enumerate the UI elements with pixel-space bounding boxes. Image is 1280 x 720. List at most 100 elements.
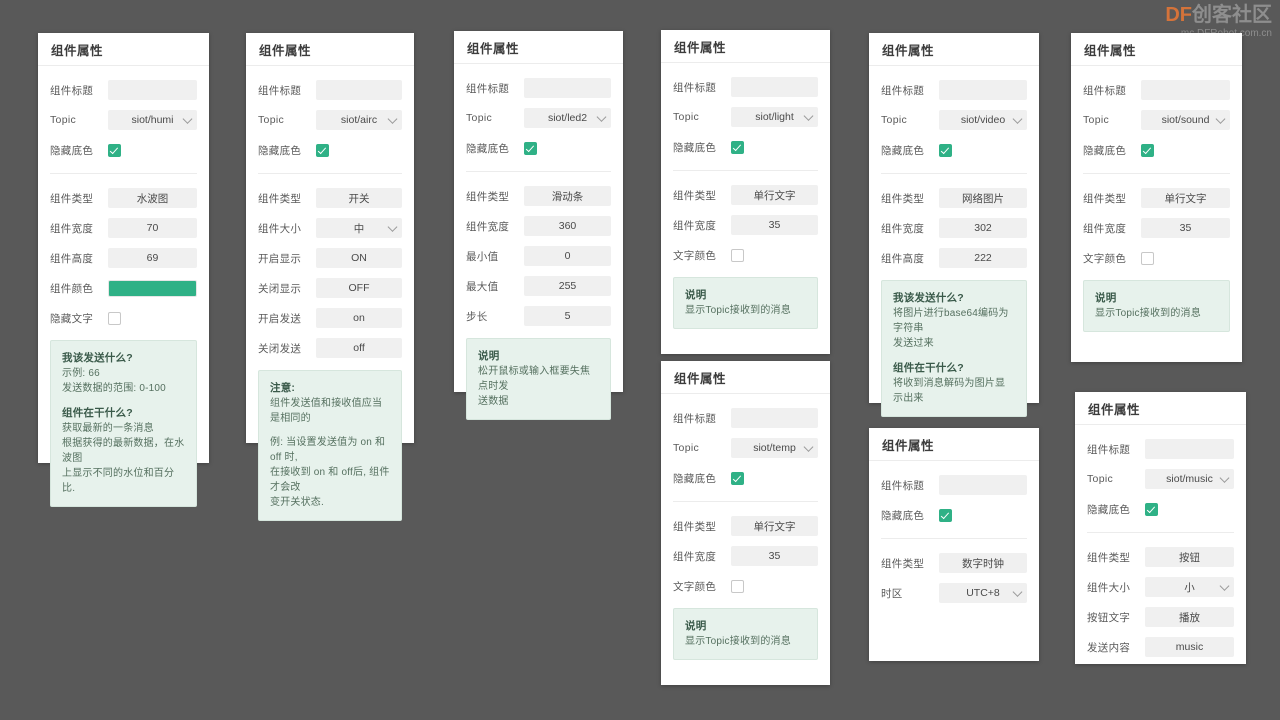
page-title: 组件属性 <box>51 43 104 58</box>
row-component-width: 组件宽度 302 <box>881 214 1027 242</box>
hide-background-checkbox[interactable] <box>524 141 537 155</box>
hide-text-checkbox[interactable] <box>108 311 121 325</box>
component-width-value[interactable]: 35 <box>731 546 818 566</box>
topic-select[interactable]: siot/humi <box>108 110 197 130</box>
component-type-value[interactable]: 单行文字 <box>731 185 818 205</box>
topic-select[interactable]: siot/sound <box>1141 110 1230 130</box>
hide-background-checkbox[interactable] <box>731 471 744 485</box>
row-topic: Topic siot/airc <box>258 106 402 134</box>
panel-video-image[interactable]: 组件属性 组件标题 Topic siot/video 隐藏底色 组件类型 网络图… <box>869 33 1039 417</box>
panel-sound-text[interactable]: 组件属性 组件标题 Topic siot/sound 隐藏底色 组件类型 单行文… <box>1071 33 1242 362</box>
label-component-title: 组件标题 <box>673 412 717 425</box>
topic-select[interactable]: siot/airc <box>316 110 402 130</box>
on-display-value[interactable]: ON <box>316 248 402 268</box>
component-size-select[interactable]: 小 <box>1145 577 1234 597</box>
label-hide-background: 隐藏底色 <box>1087 503 1131 516</box>
label-component-title: 组件标题 <box>1087 443 1131 456</box>
component-height-value[interactable]: 69 <box>108 248 197 268</box>
component-type-value[interactable]: 单行文字 <box>731 516 818 536</box>
component-title-input[interactable] <box>1141 80 1230 100</box>
panel-temp-text[interactable]: 组件属性 组件标题 Topic siot/temp 隐藏底色 组件类型 单行文字… <box>661 361 830 685</box>
component-title-input[interactable] <box>316 80 402 100</box>
component-width-value[interactable]: 302 <box>939 218 1027 238</box>
panel-humi-wave[interactable]: 组件属性 组件标题 Topic siot/humi 隐藏底色 组件类型 水波图 … <box>38 33 209 507</box>
component-width-value[interactable]: 360 <box>524 216 611 236</box>
topic-select[interactable]: siot/light <box>731 107 818 127</box>
component-title-input[interactable] <box>108 80 197 100</box>
label-component-height: 组件高度 <box>881 252 925 265</box>
panel-light-text[interactable]: 组件属性 组件标题 Topic siot/light 隐藏底色 组件类型 单行文… <box>661 30 830 354</box>
component-width-value[interactable]: 70 <box>108 218 197 238</box>
component-type-value[interactable]: 数字时钟 <box>939 553 1027 573</box>
component-type-value[interactable]: 单行文字 <box>1141 188 1230 208</box>
send-content-value[interactable]: music <box>1145 637 1234 657</box>
min-value[interactable]: 0 <box>524 246 611 266</box>
label-timezone: 时区 <box>881 587 903 600</box>
component-size-select[interactable]: 中 <box>316 218 402 238</box>
info-heading: 说明 <box>1095 292 1117 304</box>
component-width-value[interactable]: 35 <box>731 215 818 235</box>
hide-background-checkbox[interactable] <box>1141 143 1154 157</box>
row-component-type: 组件类型 水波图 <box>50 184 197 212</box>
component-title-input[interactable] <box>1145 439 1234 459</box>
timezone-select[interactable]: UTC+8 <box>939 583 1027 603</box>
component-type-value[interactable]: 网络图片 <box>939 188 1027 208</box>
topic-select[interactable]: siot/music <box>1145 469 1234 489</box>
panel-header: 组件属性 <box>661 361 830 394</box>
label-component-title: 组件标题 <box>50 84 94 97</box>
text-color-checkbox[interactable] <box>731 248 744 262</box>
panel-airc-switch[interactable]: 组件属性 组件标题 Topic siot/airc 隐藏底色 组件类型 开关 组… <box>246 33 414 521</box>
component-title-input[interactable] <box>939 475 1027 495</box>
row-component-type: 组件类型 单行文字 <box>1083 184 1230 212</box>
component-color-swatch[interactable] <box>108 279 197 297</box>
row-topic: Topic siot/sound <box>1083 106 1230 134</box>
panel-clock[interactable]: 组件属性 组件标题 隐藏底色 组件类型 数字时钟 时区 UTC+8 <box>869 428 1039 661</box>
row-component-title: 组件标题 <box>673 73 818 101</box>
component-type-value[interactable]: 滑动条 <box>524 186 611 206</box>
label-component-width: 组件宽度 <box>50 222 94 235</box>
hide-background-checkbox[interactable] <box>939 508 952 522</box>
info-heading: 说明 <box>685 620 707 632</box>
row-component-title: 组件标题 <box>50 76 197 104</box>
row-hide-background: 隐藏底色 <box>1087 495 1234 523</box>
info-box: 说明 松开鼠标或输入框要失焦点时发 送数据 <box>466 338 611 420</box>
text-color-checkbox[interactable] <box>1141 251 1154 265</box>
label-component-type: 组件类型 <box>881 557 925 570</box>
hide-background-checkbox[interactable] <box>731 140 744 154</box>
component-title-input[interactable] <box>731 77 818 97</box>
topic-select[interactable]: siot/video <box>939 110 1027 130</box>
component-type-value[interactable]: 水波图 <box>108 188 197 208</box>
off-send-value[interactable]: off <box>316 338 402 358</box>
max-value[interactable]: 255 <box>524 276 611 296</box>
button-text-value[interactable]: 播放 <box>1145 607 1234 627</box>
watermark-brand: DF创客社区 <box>1165 4 1272 26</box>
component-title-input[interactable] <box>939 80 1027 100</box>
section-divider <box>258 173 402 174</box>
component-type-value[interactable]: 开关 <box>316 188 402 208</box>
topic-select[interactable]: siot/led2 <box>524 108 611 128</box>
info-line: 显示Topic接收到的消息 <box>685 636 791 647</box>
hide-background-checkbox[interactable] <box>108 143 121 157</box>
hide-background-checkbox[interactable] <box>316 143 329 157</box>
panel-led2-slider[interactable]: 组件属性 组件标题 Topic siot/led2 隐藏底色 组件类型 滑动条 … <box>454 31 623 420</box>
section-divider <box>466 171 611 172</box>
on-send-value[interactable]: on <box>316 308 402 328</box>
step-value[interactable]: 5 <box>524 306 611 326</box>
component-title-input[interactable] <box>731 408 818 428</box>
component-type-value[interactable]: 按钮 <box>1145 547 1234 567</box>
off-display-value[interactable]: OFF <box>316 278 402 298</box>
label-hide-background: 隐藏底色 <box>258 144 302 157</box>
component-height-value[interactable]: 222 <box>939 248 1027 268</box>
label-component-type: 组件类型 <box>466 190 510 203</box>
row-on-display: 开启显示 ON <box>258 244 402 272</box>
hide-background-checkbox[interactable] <box>1145 502 1158 516</box>
topic-select[interactable]: siot/temp <box>731 438 818 458</box>
text-color-checkbox[interactable] <box>731 579 744 593</box>
row-component-type: 组件类型 单行文字 <box>673 181 818 209</box>
component-title-input[interactable] <box>524 78 611 98</box>
hide-background-checkbox[interactable] <box>939 143 952 157</box>
info-heading: 我该发送什么? <box>62 352 133 364</box>
panel-body: 组件标题 Topic siot/led2 隐藏底色 组件类型 滑动条 组件宽度 … <box>454 64 623 432</box>
component-width-value[interactable]: 35 <box>1141 218 1230 238</box>
panel-music-button[interactable]: 组件属性 组件标题 Topic siot/music 隐藏底色 组件类型 按钮 … <box>1075 392 1246 664</box>
